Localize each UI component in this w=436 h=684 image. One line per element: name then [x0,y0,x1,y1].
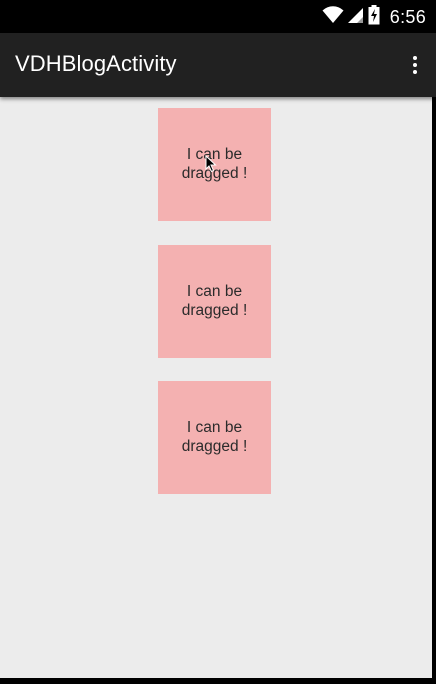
mouse-pointer-icon [205,154,217,173]
draggable-box-2[interactable]: I can be dragged ! [158,245,271,358]
overflow-menu-icon [413,56,417,74]
wifi-icon [322,6,344,28]
app-title: VDHBlogActivity [15,51,177,76]
status-time: 6:56 [389,6,426,27]
status-icons: 6:56 [322,5,426,29]
draggable-box-label: I can be dragged ! [181,419,248,455]
overflow-menu-button[interactable] [408,51,422,79]
drag-content-area: I can be dragged ! I can be dragged ! I … [0,97,436,684]
signal-icon [347,6,364,28]
status-bar: 6:56 [0,0,436,33]
battery-charging-icon [368,5,380,29]
draggable-box-label: I can be dragged ! [181,283,248,319]
draggable-box-3[interactable]: I can be dragged ! [158,381,271,494]
action-bar: VDHBlogActivity [0,33,436,97]
